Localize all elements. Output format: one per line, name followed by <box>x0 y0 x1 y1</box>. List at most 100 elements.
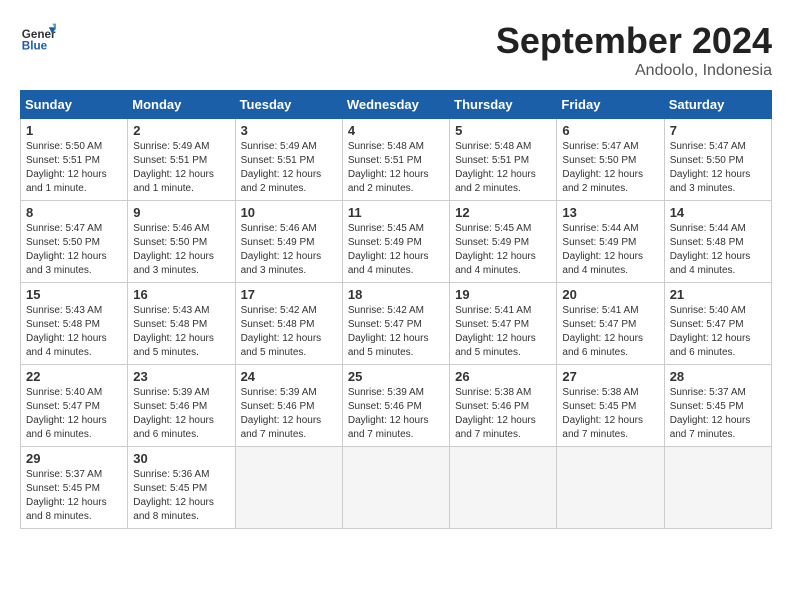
day-cell: 21 Sunrise: 5:40 AM Sunset: 5:47 PM Dayli… <box>664 283 771 365</box>
day-info: Sunrise: 5:49 AM Sunset: 5:51 PM Dayligh… <box>241 140 337 196</box>
day-cell: 30 Sunrise: 5:36 AM Sunset: 5:45 PM Dayli… <box>128 447 235 529</box>
day-cell: 25 Sunrise: 5:39 AM Sunset: 5:46 PM Dayli… <box>342 365 449 447</box>
day-info: Sunrise: 5:42 AM Sunset: 5:47 PM Dayligh… <box>348 304 444 360</box>
calendar-body: 1Sunrise: 5:50 AM Sunset: 5:51 PM Daylig… <box>21 119 772 529</box>
week-row-3: 15 Sunrise: 5:43 AM Sunset: 5:48 PM Dayli… <box>21 283 772 365</box>
day-number: 14 <box>670 205 766 220</box>
day-number: 9 <box>133 205 229 220</box>
title-area: September 2024 Andoolo, Indonesia <box>496 20 772 80</box>
day-cell: 7Sunrise: 5:47 AM Sunset: 5:50 PM Daylig… <box>664 119 771 201</box>
day-number: 1 <box>26 123 122 138</box>
weekday-wednesday: Wednesday <box>342 91 449 119</box>
day-info: Sunrise: 5:48 AM Sunset: 5:51 PM Dayligh… <box>455 140 551 196</box>
day-info: Sunrise: 5:46 AM Sunset: 5:50 PM Dayligh… <box>133 222 229 278</box>
day-cell: 23 Sunrise: 5:39 AM Sunset: 5:46 PM Dayli… <box>128 365 235 447</box>
day-info: Sunrise: 5:43 AM Sunset: 5:48 PM Dayligh… <box>133 304 229 360</box>
day-info: Sunrise: 5:44 AM Sunset: 5:48 PM Dayligh… <box>670 222 766 278</box>
day-info: Sunrise: 5:40 AM Sunset: 5:47 PM Dayligh… <box>670 304 766 360</box>
weekday-saturday: Saturday <box>664 91 771 119</box>
day-cell: 28 Sunrise: 5:37 AM Sunset: 5:45 PM Dayli… <box>664 365 771 447</box>
day-info: Sunrise: 5:38 AM Sunset: 5:45 PM Dayligh… <box>562 386 658 442</box>
day-number: 12 <box>455 205 551 220</box>
day-cell <box>342 447 449 529</box>
day-number: 23 <box>133 369 229 384</box>
day-info: Sunrise: 5:37 AM Sunset: 5:45 PM Dayligh… <box>670 386 766 442</box>
month-title: September 2024 <box>496 20 772 62</box>
week-row-5: 29Sunrise: 5:37 AM Sunset: 5:45 PM Dayli… <box>21 447 772 529</box>
day-cell: 9 Sunrise: 5:46 AM Sunset: 5:50 PM Daylig… <box>128 201 235 283</box>
day-info: Sunrise: 5:45 AM Sunset: 5:49 PM Dayligh… <box>348 222 444 278</box>
weekday-tuesday: Tuesday <box>235 91 342 119</box>
day-cell: 15 Sunrise: 5:43 AM Sunset: 5:48 PM Dayli… <box>21 283 128 365</box>
logo-icon: General Blue <box>20 20 56 56</box>
day-cell: 2Sunrise: 5:49 AM Sunset: 5:51 PM Daylig… <box>128 119 235 201</box>
day-number: 11 <box>348 205 444 220</box>
logo: General Blue <box>20 20 56 56</box>
day-info: Sunrise: 5:39 AM Sunset: 5:46 PM Dayligh… <box>241 386 337 442</box>
day-cell <box>664 447 771 529</box>
day-info: Sunrise: 5:36 AM Sunset: 5:45 PM Dayligh… <box>133 468 229 524</box>
day-cell: 29Sunrise: 5:37 AM Sunset: 5:45 PM Dayli… <box>21 447 128 529</box>
day-number: 22 <box>26 369 122 384</box>
day-number: 28 <box>670 369 766 384</box>
day-info: Sunrise: 5:44 AM Sunset: 5:49 PM Dayligh… <box>562 222 658 278</box>
day-info: Sunrise: 5:39 AM Sunset: 5:46 PM Dayligh… <box>348 386 444 442</box>
day-number: 5 <box>455 123 551 138</box>
day-number: 25 <box>348 369 444 384</box>
day-number: 10 <box>241 205 337 220</box>
day-cell: 14 Sunrise: 5:44 AM Sunset: 5:48 PM Dayli… <box>664 201 771 283</box>
calendar-table: SundayMondayTuesdayWednesdayThursdayFrid… <box>20 90 772 529</box>
weekday-thursday: Thursday <box>450 91 557 119</box>
day-number: 15 <box>26 287 122 302</box>
day-number: 19 <box>455 287 551 302</box>
week-row-2: 8Sunrise: 5:47 AM Sunset: 5:50 PM Daylig… <box>21 201 772 283</box>
day-info: Sunrise: 5:40 AM Sunset: 5:47 PM Dayligh… <box>26 386 122 442</box>
day-cell: 11 Sunrise: 5:45 AM Sunset: 5:49 PM Dayli… <box>342 201 449 283</box>
location-title: Andoolo, Indonesia <box>496 62 772 80</box>
day-info: Sunrise: 5:38 AM Sunset: 5:46 PM Dayligh… <box>455 386 551 442</box>
day-cell: 5 Sunrise: 5:48 AM Sunset: 5:51 PM Daylig… <box>450 119 557 201</box>
day-number: 26 <box>455 369 551 384</box>
week-row-4: 22 Sunrise: 5:40 AM Sunset: 5:47 PM Dayli… <box>21 365 772 447</box>
day-number: 20 <box>562 287 658 302</box>
weekday-header-row: SundayMondayTuesdayWednesdayThursdayFrid… <box>21 91 772 119</box>
day-cell: 13 Sunrise: 5:44 AM Sunset: 5:49 PM Dayli… <box>557 201 664 283</box>
day-cell <box>235 447 342 529</box>
day-cell: 22 Sunrise: 5:40 AM Sunset: 5:47 PM Dayli… <box>21 365 128 447</box>
day-cell: 17Sunrise: 5:42 AM Sunset: 5:48 PM Dayli… <box>235 283 342 365</box>
day-number: 6 <box>562 123 658 138</box>
day-info: Sunrise: 5:43 AM Sunset: 5:48 PM Dayligh… <box>26 304 122 360</box>
day-cell <box>450 447 557 529</box>
day-info: Sunrise: 5:48 AM Sunset: 5:51 PM Dayligh… <box>348 140 444 196</box>
day-cell: 24 Sunrise: 5:39 AM Sunset: 5:46 PM Dayli… <box>235 365 342 447</box>
day-number: 16 <box>133 287 229 302</box>
weekday-sunday: Sunday <box>21 91 128 119</box>
day-cell: 27Sunrise: 5:38 AM Sunset: 5:45 PM Dayli… <box>557 365 664 447</box>
day-cell: 16 Sunrise: 5:43 AM Sunset: 5:48 PM Dayli… <box>128 283 235 365</box>
day-cell: 20Sunrise: 5:41 AM Sunset: 5:47 PM Dayli… <box>557 283 664 365</box>
day-number: 29 <box>26 451 122 466</box>
day-cell: 4 Sunrise: 5:48 AM Sunset: 5:51 PM Daylig… <box>342 119 449 201</box>
day-info: Sunrise: 5:39 AM Sunset: 5:46 PM Dayligh… <box>133 386 229 442</box>
day-cell: 8Sunrise: 5:47 AM Sunset: 5:50 PM Daylig… <box>21 201 128 283</box>
day-number: 30 <box>133 451 229 466</box>
day-number: 3 <box>241 123 337 138</box>
day-cell: 19 Sunrise: 5:41 AM Sunset: 5:47 PM Dayli… <box>450 283 557 365</box>
day-info: Sunrise: 5:49 AM Sunset: 5:51 PM Dayligh… <box>133 140 229 196</box>
day-number: 21 <box>670 287 766 302</box>
day-number: 18 <box>348 287 444 302</box>
day-cell: 3 Sunrise: 5:49 AM Sunset: 5:51 PM Daylig… <box>235 119 342 201</box>
day-info: Sunrise: 5:46 AM Sunset: 5:49 PM Dayligh… <box>241 222 337 278</box>
day-number: 17 <box>241 287 337 302</box>
day-number: 24 <box>241 369 337 384</box>
day-cell: 1Sunrise: 5:50 AM Sunset: 5:51 PM Daylig… <box>21 119 128 201</box>
day-number: 13 <box>562 205 658 220</box>
day-cell: 18 Sunrise: 5:42 AM Sunset: 5:47 PM Dayli… <box>342 283 449 365</box>
weekday-friday: Friday <box>557 91 664 119</box>
day-number: 4 <box>348 123 444 138</box>
day-info: Sunrise: 5:47 AM Sunset: 5:50 PM Dayligh… <box>26 222 122 278</box>
page-header: General Blue September 2024 Andoolo, Ind… <box>20 20 772 80</box>
day-info: Sunrise: 5:47 AM Sunset: 5:50 PM Dayligh… <box>562 140 658 196</box>
day-info: Sunrise: 5:41 AM Sunset: 5:47 PM Dayligh… <box>455 304 551 360</box>
day-cell: 6 Sunrise: 5:47 AM Sunset: 5:50 PM Daylig… <box>557 119 664 201</box>
